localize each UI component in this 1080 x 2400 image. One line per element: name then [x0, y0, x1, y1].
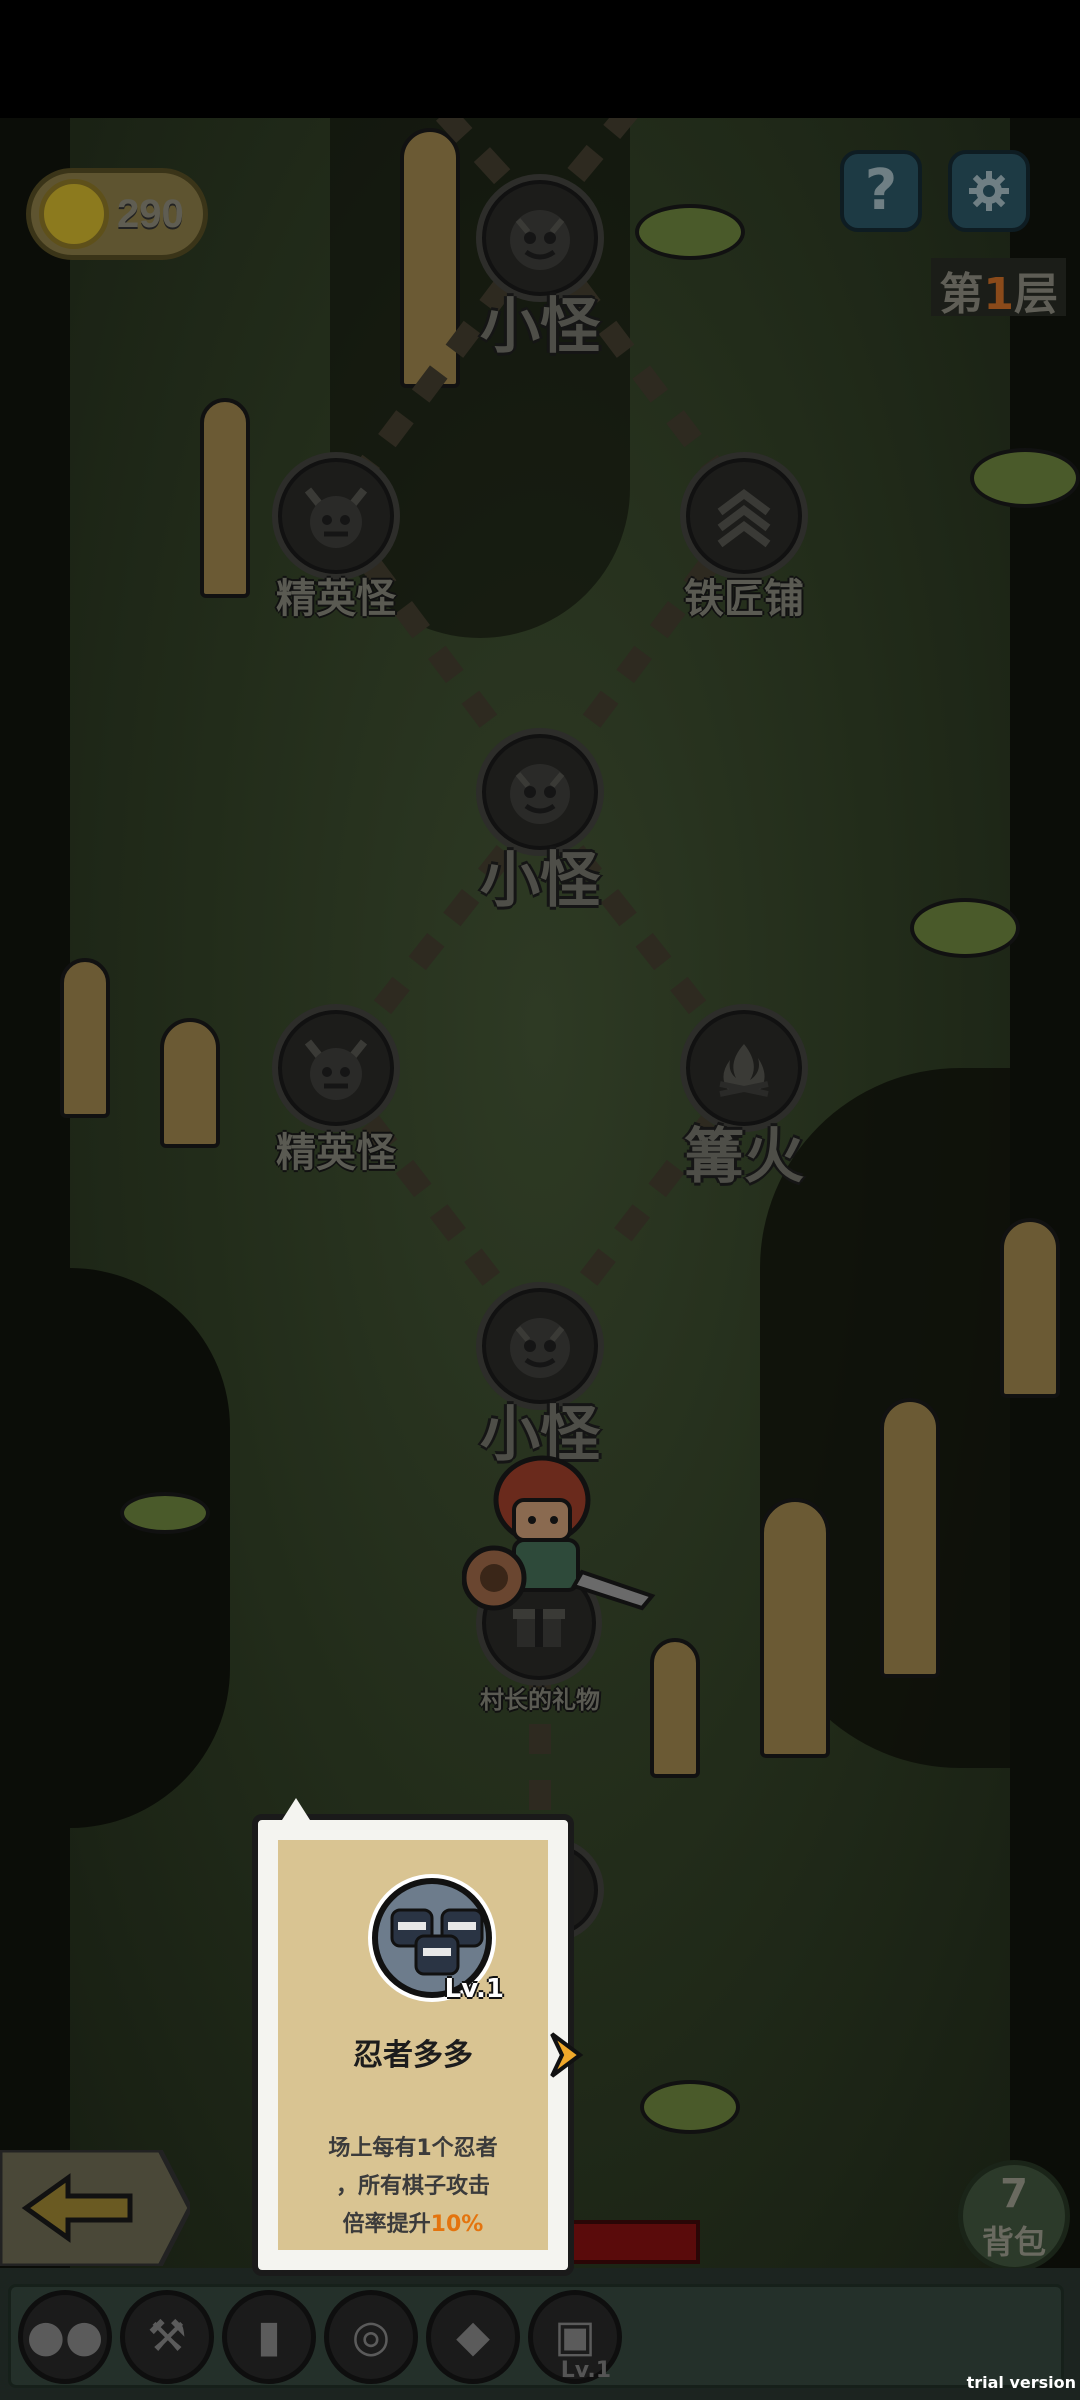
ninja-trio-icon: ▣ — [554, 2311, 596, 2362]
node-label-elite: 精英怪 — [276, 576, 396, 622]
donut-icon: ◎ — [351, 2311, 391, 2362]
relic-tooltip: Lv.1 忍者多多 场上每有1个忍者 ，所有棋子攻击 倍率提升10% — [252, 1798, 574, 2276]
node-label-village-gift: 村长的礼物 — [480, 1686, 600, 1714]
desc-line-3: 倍率提升10% — [292, 2206, 534, 2244]
coin-value: 290 — [117, 191, 184, 236]
floor-indicator: 第1层 — [931, 258, 1066, 320]
floor-suffix: 层 — [1014, 269, 1058, 320]
node-label-minion: 小怪 — [480, 846, 600, 916]
desc-line-3-text: 倍率提升 — [342, 2212, 431, 2237]
map-node-elite[interactable] — [272, 452, 400, 580]
floor-number: 1 — [983, 269, 1014, 320]
node-label-bonfire: 篝火 — [684, 1122, 804, 1192]
node-label-minion: 小怪 — [480, 292, 600, 362]
bag-label: 背包 — [981, 2223, 1046, 2261]
scroll-book-icon: ▮ — [256, 2311, 282, 2362]
demon-icon — [510, 1318, 570, 1378]
horned-demon-icon — [304, 487, 368, 548]
tooltip-description: 场上每有1个忍者 ，所有棋子攻击 倍率提升10% — [292, 2130, 534, 2244]
desc-highlight: 10% — [430, 2212, 484, 2237]
relic-slot-ninja[interactable]: ▣ Lv.1 — [528, 2290, 622, 2384]
relic-tray: ●● ⚒ ▮ ◎ ◆ ▣ Lv.1 trial version — [0, 2268, 1080, 2400]
relic-slot[interactable]: ◆ — [426, 2290, 520, 2384]
horned-demon-icon — [304, 1039, 368, 1100]
health-bar — [560, 2220, 700, 2264]
question-icon: ? — [864, 158, 898, 223]
hammer-icon: ⚒ — [147, 2311, 187, 2362]
map-node-blacksmith[interactable] — [680, 452, 808, 580]
tooltip-level: Lv.1 — [444, 1974, 504, 2004]
purple-crystal-icon: ◆ — [456, 2311, 490, 2362]
chevron-rank-icon — [717, 489, 771, 548]
tooltip-panel: Lv.1 忍者多多 场上每有1个忍者 ，所有棋子攻击 倍率提升10% — [278, 1840, 548, 2250]
relic-slot[interactable]: ●● — [18, 2290, 112, 2384]
relic-slot[interactable]: ▮ — [222, 2290, 316, 2384]
coin-icon — [39, 179, 109, 249]
demon-icon — [510, 764, 570, 824]
help-button[interactable]: ? — [840, 150, 922, 232]
tooltip-title: 忍者多多 — [353, 2038, 473, 2073]
relic-level: Lv.1 — [560, 2358, 611, 2383]
hero-character — [462, 1455, 656, 1611]
node-label-blacksmith: 铁匠铺 — [684, 576, 804, 622]
tooltip-tail — [282, 1798, 310, 1820]
map-node-elite[interactable] — [272, 1004, 400, 1132]
settings-button[interactable] — [948, 150, 1030, 232]
floor-prefix: 第 — [939, 269, 984, 320]
coin-counter: 290 — [26, 168, 208, 260]
campfire-icon — [719, 1044, 769, 1097]
node-label-elite: 精英怪 — [276, 1130, 396, 1176]
ninja-portrait: Lv.1 — [372, 1878, 504, 2004]
back-button[interactable] — [0, 2150, 190, 2266]
bag-button[interactable]: 7 背包 — [958, 2160, 1070, 2272]
trial-watermark: trial version — [966, 2373, 1076, 2392]
relic-slot[interactable]: ◎ — [324, 2290, 418, 2384]
relic-slot[interactable]: ⚒ — [120, 2290, 214, 2384]
chevron-right-icon[interactable] — [548, 2030, 584, 2080]
desc-line-2: ，所有棋子攻击 — [335, 2174, 490, 2199]
beans-icon: ●● — [26, 2311, 104, 2362]
gear-icon — [969, 171, 1009, 211]
desc-line-1: 场上每有1个忍者 — [328, 2136, 498, 2161]
demon-icon — [510, 210, 570, 270]
bag-count: 7 — [1000, 2171, 1028, 2217]
